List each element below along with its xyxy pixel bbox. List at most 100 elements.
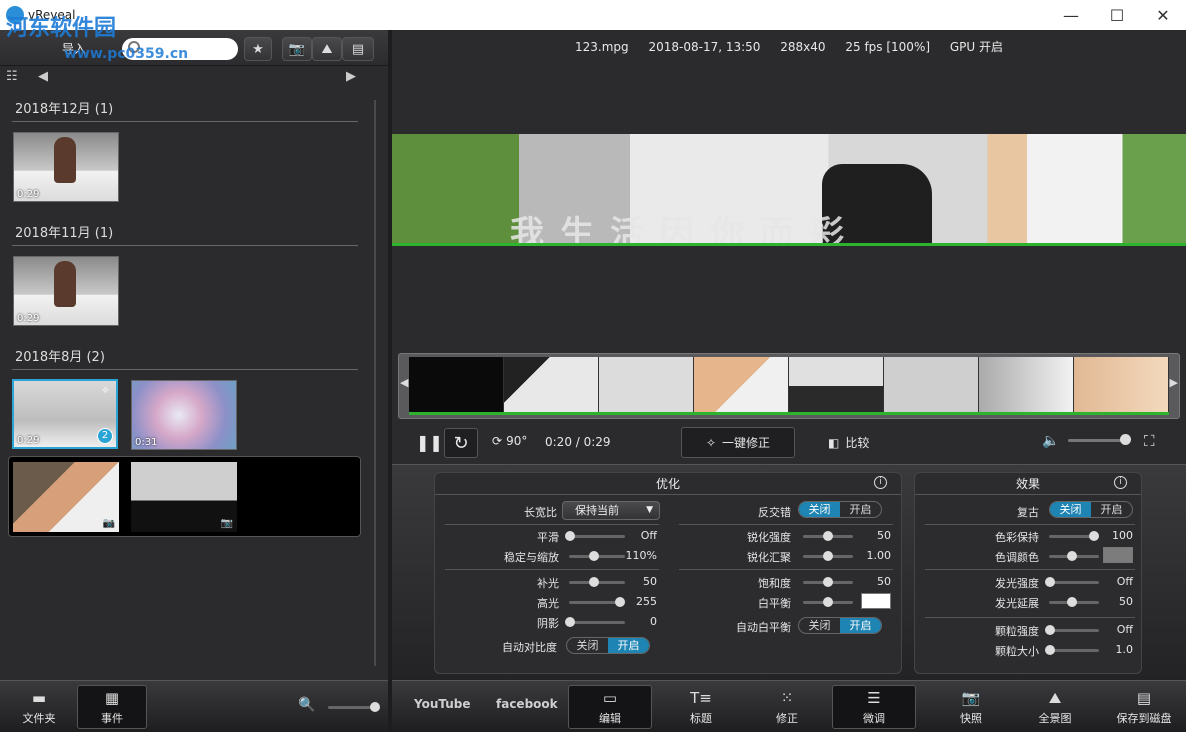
info-icon[interactable]: i: [874, 476, 887, 489]
maximize-button[interactable]: ☐: [1094, 0, 1140, 30]
minimize-button[interactable]: —: [1048, 0, 1094, 30]
finetune-tab[interactable]: ☰ 微调: [832, 685, 916, 729]
toggle-on[interactable]: 开启: [1091, 502, 1132, 517]
filmstrip-left-icon[interactable]: ◀: [400, 376, 408, 389]
video-thumbnail-selected[interactable]: ✧ 0:29 2: [12, 379, 118, 449]
facebook-share-button[interactable]: facebook: [496, 697, 558, 711]
shadow-knob[interactable]: [565, 617, 575, 627]
rotate-button[interactable]: ⟳ 90°: [492, 434, 527, 448]
snapshot-button[interactable]: 📷 快照: [936, 685, 1006, 729]
video-thumbnail[interactable]: 0:29: [13, 256, 119, 326]
divider: [925, 617, 1135, 618]
thumbnail-size-knob[interactable]: [370, 702, 380, 712]
filmstrip-frame[interactable]: [694, 357, 789, 415]
filmstrip-frame[interactable]: [884, 357, 979, 415]
filmstrip-frame[interactable]: [599, 357, 694, 415]
events-view-button[interactable]: ▦ 事件: [77, 685, 147, 729]
smooth-slider[interactable]: [569, 535, 625, 538]
filmstrip-frame[interactable]: [789, 357, 884, 415]
info-icon[interactable]: i: [1114, 476, 1127, 489]
glow-spread-knob[interactable]: [1067, 597, 1077, 607]
fix-tab[interactable]: ⁙ 修正: [752, 685, 822, 729]
vintage-toggle[interactable]: 关闭 开启: [1049, 501, 1133, 518]
glow-strength-value: Off: [1116, 575, 1133, 588]
filter-panorama-button[interactable]: ⛰: [312, 37, 342, 61]
snapshot-thumbnail[interactable]: 📷: [131, 462, 237, 532]
highlight-knob[interactable]: [615, 597, 625, 607]
pause-button[interactable]: ❚❚: [416, 433, 443, 452]
sharpen-knob[interactable]: [823, 531, 833, 541]
toggle-off[interactable]: 关闭: [799, 618, 840, 633]
toggle-on[interactable]: 开启: [840, 618, 881, 633]
grain-size-value: 1.0: [1115, 643, 1134, 656]
toggle-off[interactable]: 关闭: [1050, 502, 1091, 517]
divider: [445, 569, 659, 570]
youtube-share-button[interactable]: YouTube: [414, 697, 471, 711]
grain-strength-value: Off: [1116, 623, 1133, 636]
toggle-off[interactable]: 关闭: [567, 638, 608, 653]
one-click-fix-label: 一键修正: [722, 436, 771, 450]
sharpen-focus-knob[interactable]: [823, 551, 833, 561]
toggle-off[interactable]: 关闭: [799, 502, 840, 517]
snapshot-thumbnail[interactable]: 📷: [13, 462, 119, 532]
compare-button[interactable]: ◧ 比较: [828, 434, 869, 451]
volume-slider-knob[interactable]: [1120, 434, 1131, 445]
nav-next-button[interactable]: ▶: [346, 69, 356, 84]
tint-knob[interactable]: [1067, 551, 1077, 561]
folder-view-button[interactable]: ▬ 文件夹: [4, 685, 74, 729]
stabilize-knob[interactable]: [589, 551, 599, 561]
aspect-dropdown[interactable]: 保持当前 ▼: [562, 501, 660, 520]
camera-icon: 📷: [961, 688, 981, 707]
dots-grid-icon: ⁙: [780, 688, 794, 707]
auto-wb-toggle[interactable]: 关闭 开启: [798, 617, 882, 634]
replay-button[interactable]: ↻: [444, 428, 478, 458]
glow-strength-slider[interactable]: [1049, 581, 1099, 584]
tree-view-icon[interactable]: ☷: [6, 69, 18, 84]
grain-size-slider[interactable]: [1049, 649, 1099, 652]
filmstrip-right-icon[interactable]: ▶: [1170, 376, 1178, 389]
deinterlace-toggle[interactable]: 关闭 开启: [798, 501, 882, 518]
fullscreen-button[interactable]: ⛶: [1144, 432, 1155, 450]
auto-contrast-toggle[interactable]: 关闭 开启: [566, 637, 650, 654]
library-scrollbar[interactable]: [374, 100, 376, 666]
white-balance-swatch[interactable]: [861, 593, 891, 609]
edit-tab[interactable]: ▭ 编辑: [568, 685, 652, 729]
one-click-fix-button[interactable]: ✧ 一键修正: [681, 427, 795, 458]
filmstrip[interactable]: ◀ ▶: [398, 353, 1180, 419]
filmstrip-frame[interactable]: [504, 357, 599, 415]
filmstrip-frame[interactable]: [979, 357, 1074, 415]
volume-icon[interactable]: 🔈: [1042, 433, 1059, 449]
toggle-on[interactable]: 开启: [608, 638, 649, 653]
filter-video-button[interactable]: ▤: [342, 37, 374, 61]
dropdown-arrow-icon: ▼: [646, 505, 653, 515]
thumbnail-size-slider[interactable]: [328, 706, 376, 709]
filmstrip-frame[interactable]: [1074, 357, 1169, 415]
edit-icon: ▭: [602, 688, 618, 707]
save-to-disk-button[interactable]: ▤ 保存到磁盘: [1104, 685, 1184, 729]
grain-strength-knob[interactable]: [1045, 625, 1055, 635]
panorama-button[interactable]: ⛰ 全景图: [1020, 685, 1090, 729]
toggle-on[interactable]: 开启: [840, 502, 881, 517]
glow-strength-knob[interactable]: [1045, 577, 1055, 587]
title-tab[interactable]: T≡ 标题: [666, 685, 736, 729]
nav-prev-button[interactable]: ◀: [38, 69, 48, 84]
favorites-button[interactable]: ★: [244, 37, 272, 61]
fill-light-knob[interactable]: [589, 577, 599, 587]
white-balance-knob[interactable]: [823, 597, 833, 607]
tint-color-swatch[interactable]: [1103, 547, 1133, 563]
video-thumbnail[interactable]: 0:31: [131, 380, 237, 450]
compare-label: 比较: [845, 436, 870, 450]
grain-size-knob[interactable]: [1045, 645, 1055, 655]
smooth-knob[interactable]: [565, 531, 575, 541]
close-button[interactable]: ✕: [1140, 0, 1186, 30]
color-keep-knob[interactable]: [1089, 531, 1099, 541]
video-preview[interactable]: 我生活因你而彩: [392, 134, 1186, 246]
filter-photo-button[interactable]: 📷: [282, 37, 312, 61]
filmstrip-frame[interactable]: [409, 357, 504, 415]
saturation-label: 饱和度: [758, 577, 791, 590]
white-balance-label: 白平衡: [758, 597, 791, 610]
saturation-knob[interactable]: [823, 577, 833, 587]
grain-strength-slider[interactable]: [1049, 629, 1099, 632]
video-thumbnail[interactable]: 0:29: [13, 132, 119, 202]
shadow-slider[interactable]: [569, 621, 625, 624]
